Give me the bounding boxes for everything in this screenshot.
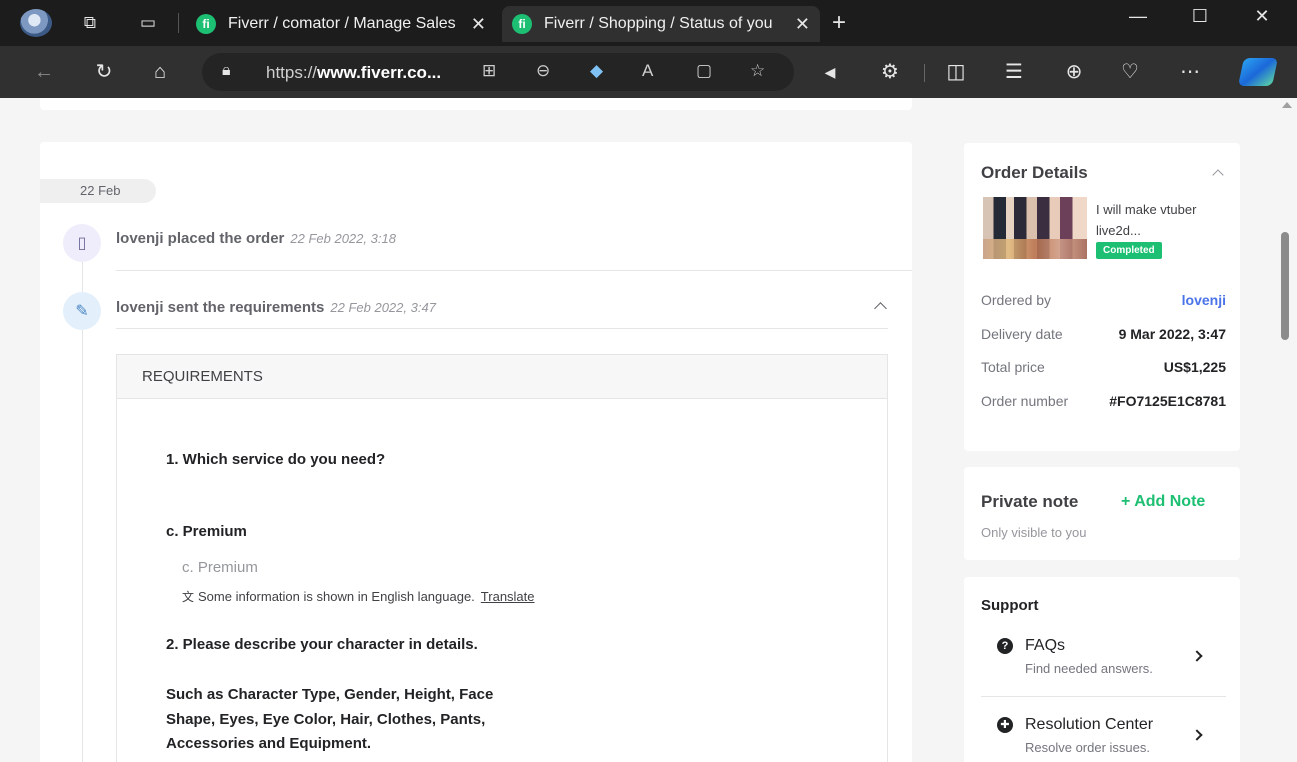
document-icon: ▯ [63,224,101,262]
copilot-icon[interactable] [1238,58,1278,86]
workspaces-icon[interactable]: ⧉ [78,11,102,35]
zoom-icon[interactable]: ⊖ [536,61,550,81]
browser-essentials-icon[interactable]: ♡ [1116,58,1144,86]
refresh-icon[interactable]: ↻ [90,58,118,86]
window-close-icon[interactable]: ✕ [1242,6,1282,27]
fiverr-favicon-icon: fi [196,14,216,34]
divider [981,696,1226,697]
support-title: Support [981,597,1039,614]
collections-icon[interactable]: ⊕ [1060,58,1088,86]
extensions-icon[interactable]: ⚙ [876,58,904,86]
split-screen-icon[interactable]: ◫ [942,58,970,86]
private-note-card: Private note + Add Note Only visible to … [964,467,1240,560]
gig-thumbnail[interactable] [983,197,1087,259]
url-text: https://www.fiverr.co... [266,63,442,82]
total-price-row: Total price US$1,225 [981,359,1226,375]
lifebuoy-icon: ✚ [997,717,1013,733]
home-icon[interactable]: ⌂ [146,58,174,86]
maximize-icon[interactable]: ☐ [1180,6,1220,27]
order-number-row: Order number #FO7125E1C8781 [981,393,1226,409]
browser-tab-bar: ⧉ ▭ fi Fiverr / comator / Manage Sales ✕… [0,0,1297,46]
new-tab-plus-icon[interactable]: + [832,10,846,36]
order-details-title: Order Details [981,163,1088,182]
favorite-star-icon[interactable]: ☆ [750,61,765,81]
private-note-subtitle: Only visible to you [981,525,1087,540]
question-2: 2. Please describe your character in det… [166,636,478,653]
back-arrow-icon[interactable]: ← [30,58,58,86]
add-note-button[interactable]: + Add Note [1121,493,1205,511]
gig-title[interactable]: I will make vtuber live2d... [1096,199,1216,241]
tab-manage-sales[interactable]: fi Fiverr / comator / Manage Sales ✕ [186,6,496,42]
translate-icon: 文 [182,590,195,604]
pencil-icon: ✎ [63,292,101,330]
tab-order-status[interactable]: fi Fiverr / Shopping / Status of you ✕ [502,6,820,42]
favorites-list-icon[interactable]: ☰ [1000,58,1028,86]
translate-link[interactable]: Translate [481,589,535,604]
order-timeline-card: 22 Feb ▯ lovenji placed the order 22 Feb … [40,142,912,762]
scrollbar-thumb[interactable] [1281,232,1289,340]
collapse-chevron-icon[interactable] [874,302,887,315]
page-scrollbar[interactable] [1277,98,1297,762]
immersive-reader-icon[interactable]: ▢ [696,61,712,81]
requirements-box: REQUIREMENTS 1. Which service do you nee… [116,354,888,762]
tab-separator [178,13,179,33]
more-options-icon[interactable]: ⋯ [1176,58,1204,86]
order-details-card: Order Details I will make vtuber live2d.… [964,143,1240,451]
profile-avatar[interactable] [20,9,52,37]
coupon-tag-icon[interactable]: ◆ [590,61,603,81]
lock-icon: 🔒︎ [222,62,231,79]
previous-card [40,98,912,110]
address-bar[interactable]: 🔒︎ https://www.fiverr.co... ⊞ ⊖ ◆ A ▢ ☆ [202,53,794,91]
event-requirements-sent: lovenji sent the requirements 22 Feb 2022… [116,299,436,316]
event-order-placed: lovenji placed the order 22 Feb 2022, 3:1… [116,230,396,247]
toolbar-separator [924,64,925,82]
divider [116,270,912,271]
page-viewport: 22 Feb ▯ lovenji placed the order 22 Feb … [0,98,1297,762]
buyer-link[interactable]: lovenji [1182,292,1226,308]
close-tab-icon[interactable]: ✕ [471,14,486,35]
collapse-chevron-icon[interactable] [1212,169,1224,181]
close-tab-icon[interactable]: ✕ [795,14,810,35]
tab-title: Fiverr / comator / Manage Sales [228,15,456,32]
scroll-up-arrow-icon[interactable] [1282,102,1292,108]
date-chip: 22 Feb [40,179,156,203]
delivery-date-row: Delivery date 9 Mar 2022, 3:47 [981,326,1226,342]
reader-view-icon[interactable]: ⊞ [482,61,496,81]
chevron-right-icon [1191,729,1203,741]
read-aloud-icon[interactable]: A [642,61,653,81]
tab-title: Fiverr / Shopping / Status of you [544,15,773,32]
divider [116,328,888,329]
ordered-by-row: Ordered by lovenji [981,292,1226,308]
translate-notice: 文 Some information is shown in English la… [182,589,535,604]
question-1: 1. Which service do you need? [166,451,386,468]
chevron-right-icon [1191,650,1203,662]
minimize-icon[interactable]: — [1118,6,1158,27]
question-2-detail: Such as Character Type, Gender, Height, … [166,686,494,752]
answer-1-heading: c. Premium [166,523,247,540]
question-circle-icon: ? [997,638,1013,654]
requirements-header: REQUIREMENTS [117,355,887,399]
support-card: Support ? FAQs Find needed answers. ✚ Re… [964,577,1240,762]
status-badge: Completed [1096,242,1162,259]
private-note-title: Private note [981,492,1079,511]
browser-toolbar: ← ↻ ⌂ 🔒︎ https://www.fiverr.co... ⊞ ⊖ ◆ … [0,46,1297,98]
tab-actions-icon[interactable]: ▭ [136,11,160,35]
media-control-icon[interactable]: ◀ [816,58,844,86]
fiverr-favicon-icon: fi [512,14,532,34]
answer-1: c. Premium [182,559,258,576]
